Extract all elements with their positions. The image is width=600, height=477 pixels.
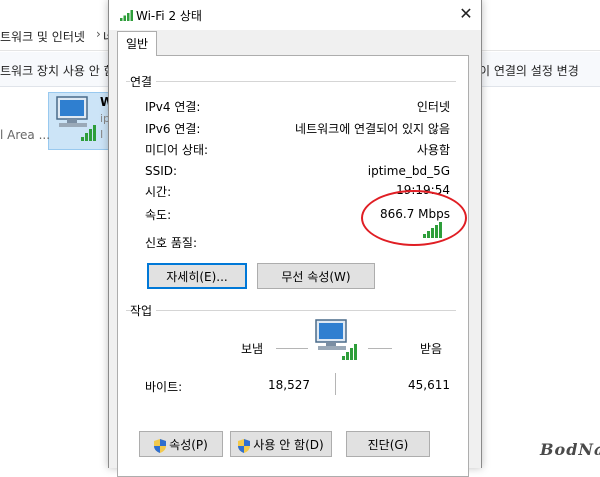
close-icon[interactable]: ✕ [451,0,481,30]
properties-button[interactable]: 속성(P) [139,431,223,457]
duration-label: 시간: [145,185,172,199]
sent-bytes: 18,527 [268,378,310,392]
received-bytes: 45,611 [408,378,450,392]
disable-button[interactable]: 사용 안 함(D) [230,431,332,457]
general-panel: 연결 IPv4 연결: 인터넷 IPv6 연결: 네트워크에 연결되어 있지 않… [117,55,469,477]
diagnose-button[interactable]: 진단(G) [346,431,430,457]
speed-label: 속도: [145,208,172,222]
ipv6-value: 네트워크에 연결되어 있지 않음 [295,122,450,136]
ssid-value: iptime_bd_5G [367,164,450,178]
ipv4-value: 인터넷 [416,100,450,114]
uac-shield-icon [238,438,251,453]
details-button[interactable]: 자세히(E)... [147,263,247,289]
ipv4-label: IPv4 연결: [145,100,201,114]
media-state-label: 미디어 상태: [145,143,209,157]
speed-highlight-annotation [361,190,467,246]
ipv6-label: IPv6 연결: [145,122,201,136]
activity-group-line [126,310,456,311]
uac-shield-icon [154,438,167,453]
signal-bars-icon [120,10,133,21]
connection-group-line [126,81,456,82]
dialog-titlebar[interactable]: Wi-Fi 2 상태 ✕ [109,0,481,30]
tab-general[interactable]: 일반 [117,31,157,56]
wireless-properties-button[interactable]: 무선 속성(W) [257,263,375,289]
properties-button-label: 속성(P) [169,438,208,452]
adapter-sub2: I [100,128,104,141]
network-adapter-icon [56,96,96,141]
connection-group-label: 연결 [130,73,157,90]
disable-device-command[interactable]: 트워크 장치 사용 안 함 [0,62,115,79]
change-settings-command[interactable]: 이 연결의 설정 변경 [479,62,579,79]
network-computer-icon [315,319,357,360]
breadcrumb[interactable]: 트워크 및 인터넷 [0,28,85,45]
received-line [368,348,392,349]
watermark: BodNara [540,440,600,459]
ssid-label: SSID: [145,164,178,178]
sent-label: 보냄 [241,342,264,356]
media-state-value: 사용함 [416,143,450,157]
bytes-separator [335,373,336,395]
sent-line [276,348,308,349]
activity-group-label: 작업 [130,302,157,319]
dialog-title: Wi-Fi 2 상태 [136,9,202,23]
received-label: 받음 [420,342,443,356]
adapter-area-text: l Area ... [0,128,51,142]
signal-quality-label: 신호 품질: [145,236,198,250]
breadcrumb-chevron-icon[interactable]: › [96,27,101,41]
disable-button-label: 사용 안 함(D) [253,438,324,452]
bytes-label: 바이트: [145,380,183,394]
